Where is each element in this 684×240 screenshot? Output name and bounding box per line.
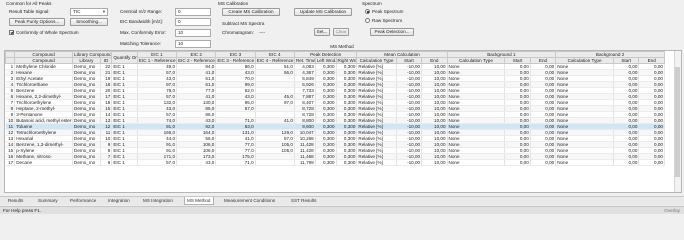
- bottom-tab-bar: Results Summary Performance Integration …: [0, 196, 684, 205]
- centroid-range-input[interactable]: 0: [175, 8, 211, 16]
- column-header-eic1-reference-mz[interactable]: EIC 1 - Reference m/z: [136, 57, 178, 64]
- raw-spectrum-label: Raw Spectrum: [372, 18, 403, 23]
- cell-mean-calculation-type[interactable]: Relative [%]: [356, 159, 397, 166]
- result-table-signal-value: TIC: [73, 9, 81, 14]
- tab-results[interactable]: Results: [6, 197, 25, 205]
- update-ms-calibration-button[interactable]: Update MS Calibration: [294, 8, 352, 16]
- cell-compound[interactable]: Decane: [14, 159, 74, 166]
- cell-id[interactable]: 6: [100, 159, 113, 166]
- cell-bg1-start[interactable]: 0,00: [504, 159, 531, 166]
- group-header-library-compound: Library Compound: [72, 51, 113, 58]
- cell-library[interactable]: Demo_mo: [72, 159, 101, 166]
- cell-row-number: 17: [5, 159, 16, 166]
- common-section-title: Common for All Peaks: [6, 1, 52, 6]
- peak-spectrum-label: Peak Spectrum: [372, 9, 404, 14]
- eic-bandwidth-label: EIC Bandwidth [m/z]:: [120, 19, 163, 24]
- cell-ret-time[interactable]: 11,799: [294, 159, 316, 166]
- peak-spectrum-radio[interactable]: [365, 9, 370, 14]
- cell-eic3-reference-mz[interactable]: 71,0: [215, 159, 256, 166]
- cell-mean-end[interactable]: 10,00: [421, 159, 448, 166]
- spectrum-title: Spectrum: [362, 1, 382, 6]
- scrollbar-thumb[interactable]: [675, 67, 680, 177]
- table-row[interactable]: 17 Decane Demo_mo 6 EIC 1 57,0 43,0 71,0 11,799 0…: [5, 159, 665, 166]
- cell-quantify-on[interactable]: EIC 1: [111, 159, 138, 166]
- chromatogram-value: ----: [259, 30, 266, 35]
- result-table-signal-label: Result Table Signal:: [9, 9, 50, 14]
- cell-bg1-calculation-type[interactable]: None: [447, 159, 506, 166]
- cell-right-wnd[interactable]: 0,300: [336, 159, 358, 166]
- tab-ms-method[interactable]: MS Method: [184, 197, 214, 205]
- conformity-label: Conformity of Whole Spectrum: [16, 30, 79, 35]
- cell-left-wnd[interactable]: 0,300: [315, 159, 337, 166]
- cell-mean-start[interactable]: -10,00: [396, 159, 423, 166]
- centroid-range-label: Centroid m/z Range:: [120, 9, 163, 14]
- column-header-eic2-reference-mz[interactable]: EIC 2 - Reference m/z: [176, 57, 217, 64]
- conformity-checkbox[interactable]: [9, 30, 14, 35]
- tab-ms-integration[interactable]: MS Integration: [141, 197, 175, 205]
- cell-eic4-reference-mz[interactable]: [255, 159, 295, 166]
- raw-spectrum-radio[interactable]: [365, 18, 370, 23]
- subtract-ms-spectra-label: Subtract MS Spectra: [222, 21, 265, 26]
- peak-detection-button[interactable]: Peak Detection...: [370, 28, 414, 36]
- ms-method-table-body: 1 Methylene Chloride Demo_mo 22 EIC 1 49,0 84,…: [5, 63, 665, 166]
- cell-bg2-end[interactable]: 0,00: [638, 159, 665, 166]
- status-help-text: For Help press F1.: [3, 208, 42, 213]
- cell-eic1-reference-mz[interactable]: 57,0: [137, 159, 178, 166]
- ms-calibration-title: MS Calibration: [218, 1, 249, 6]
- column-header-mean-calculation-type[interactable]: Calculation Type: [356, 57, 397, 64]
- cell-bg2-calculation-type[interactable]: None: [555, 159, 614, 166]
- cell-eic2-reference-mz[interactable]: 43,0: [176, 159, 217, 166]
- vertical-scrollbar[interactable]: [674, 51, 681, 192]
- column-header-right-wnd[interactable]: Right Wnd.: [335, 57, 358, 64]
- peak-purity-options-button[interactable]: Peak Purity Options...: [9, 18, 65, 26]
- tab-measurement-conditions[interactable]: Measurement Conditions: [222, 197, 277, 205]
- status-right-text: Overlay: [664, 208, 680, 213]
- chromatogram-label: Chromatogram:: [222, 30, 254, 35]
- smoothing-button[interactable]: Smoothing...: [70, 18, 108, 26]
- column-header-ret-time[interactable]: Ret. Time: [293, 57, 316, 64]
- cell-bg2-start[interactable]: 0,00: [613, 159, 640, 166]
- column-header-eic3-reference-mz[interactable]: EIC 3 - Reference m/z: [215, 57, 256, 64]
- cell-compound[interactable]: Butanoic acid, methyl ester: [14, 117, 74, 124]
- column-header-eic4-reference-mz[interactable]: EIC 4 - Reference m/z: [254, 57, 295, 64]
- ms-method-grid[interactable]: Compound Library Compound Quantify On EI…: [4, 50, 682, 193]
- column-header-quantify-on[interactable]: Quantify On: [111, 51, 138, 64]
- tab-performance[interactable]: Performance: [68, 197, 98, 205]
- chromatogram-set-button[interactable]: Set...: [314, 28, 330, 36]
- max-conformity-error-label: Max. Conformity Error:: [120, 30, 167, 35]
- chromatogram-clear-button[interactable]: Clear: [333, 28, 349, 36]
- result-table-signal-select[interactable]: TIC ▼: [70, 8, 108, 16]
- create-ms-calibration-button[interactable]: Create MS Calibration: [222, 8, 280, 16]
- max-conformity-error-input[interactable]: 10: [175, 29, 211, 37]
- status-bar: For Help press F1. Overlay: [0, 206, 684, 214]
- ms-method-table: Compound Library Compound Quantify On EI…: [5, 51, 665, 166]
- column-header-left-wnd[interactable]: Left Wnd.: [314, 57, 337, 64]
- eic-bandwidth-input[interactable]: 0: [175, 18, 211, 26]
- app-window: Common for All Peaks Result Table Signal…: [0, 0, 684, 214]
- tab-summary[interactable]: Summary: [36, 197, 60, 205]
- tab-integration[interactable]: Integration: [106, 197, 132, 205]
- chevron-down-icon: ▼: [102, 9, 106, 14]
- cell-bg1-end[interactable]: 0,00: [530, 159, 557, 166]
- tab-sst-results[interactable]: SST Results: [289, 197, 318, 205]
